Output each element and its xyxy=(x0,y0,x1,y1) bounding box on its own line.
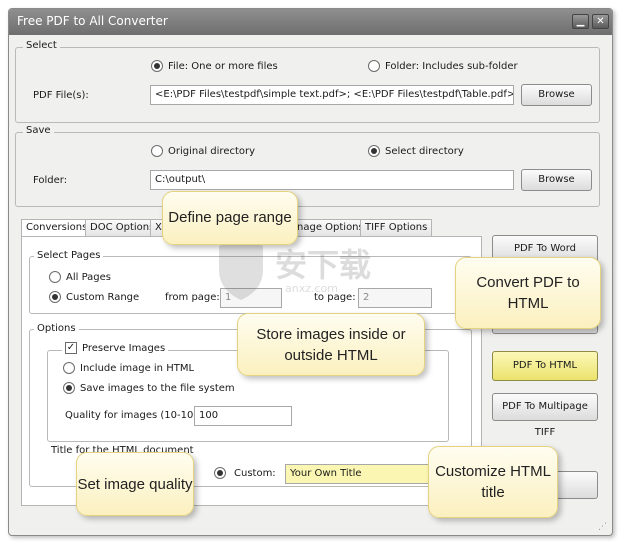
radio-all-pages-label: All Pages xyxy=(66,271,111,283)
radio-save-fs-label: Save images to the file system xyxy=(80,382,235,394)
preserve-images-checkbox[interactable]: ✓ Preserve Images xyxy=(62,342,169,354)
watermark-text: 安下载 xyxy=(275,246,372,284)
watermark-subtext: anxz.com xyxy=(285,282,338,295)
tab-conversions[interactable]: Conversions xyxy=(21,219,93,237)
pdf-to-html-button[interactable]: PDF To HTML xyxy=(492,351,598,381)
radio-save-to-fs[interactable]: Save images to the file system xyxy=(63,382,235,394)
radio-include-indicator xyxy=(63,362,75,374)
quality-label: Quality for images (10-100): xyxy=(65,410,207,421)
radio-custom-title-label: Custom: xyxy=(234,467,276,479)
radio-save-fs-indicator xyxy=(63,382,75,394)
radio-file[interactable]: File: One or more files xyxy=(151,60,278,72)
tab-doc-options[interactable]: DOC Options xyxy=(85,219,160,236)
radio-custom-range[interactable]: Custom Range xyxy=(49,291,139,303)
radio-original-indicator xyxy=(151,145,163,157)
resize-grip-icon[interactable]: ⋰ xyxy=(598,522,607,532)
folder-browse-button[interactable]: Browse xyxy=(521,169,592,191)
radio-custom-range-label: Custom Range xyxy=(66,291,140,303)
callout-store-images: Store images inside or outside HTML xyxy=(237,313,425,376)
radio-file-indicator xyxy=(151,60,163,72)
radio-select-directory[interactable]: Select directory xyxy=(368,145,464,157)
pdf-browse-button[interactable]: Browse xyxy=(521,84,592,106)
preserve-images-check-icon: ✓ xyxy=(65,342,77,354)
title-bar: Free PDF to All Converter ▁ ✕ xyxy=(9,9,612,35)
radio-custom-range-indicator xyxy=(49,291,61,303)
folder-label: Folder: xyxy=(33,175,68,186)
minimize-button[interactable]: ▁ xyxy=(572,14,589,29)
pdf-files-label: PDF File(s): xyxy=(33,90,89,101)
window-title: Free PDF to All Converter xyxy=(17,14,168,28)
callout-customize-html-title: Customize HTML title xyxy=(428,446,558,518)
radio-folder-label: Folder: Includes sub-folder xyxy=(385,60,518,72)
quality-input[interactable]: 100 xyxy=(194,406,292,426)
save-group-title: Save xyxy=(23,125,54,136)
close-button[interactable]: ✕ xyxy=(592,14,609,29)
radio-original-label: Original directory xyxy=(168,145,256,157)
radio-custom-title[interactable]: Custom: xyxy=(214,467,276,479)
options-title: Options xyxy=(34,323,79,334)
radio-original-directory[interactable]: Original directory xyxy=(151,145,255,157)
select-pages-title: Select Pages xyxy=(34,250,104,261)
radio-all-pages-indicator xyxy=(49,271,61,283)
callout-set-image-quality: Set image quality xyxy=(76,452,194,516)
select-group-title: Select xyxy=(23,40,60,51)
radio-folder-indicator xyxy=(368,60,380,72)
radio-select-indicator xyxy=(368,145,380,157)
callout-define-page-range: Define page range xyxy=(162,191,298,245)
folder-input[interactable]: C:\output\ xyxy=(150,170,514,190)
radio-all-pages[interactable]: All Pages xyxy=(49,271,111,283)
radio-folder[interactable]: Folder: Includes sub-folder xyxy=(368,60,518,72)
radio-custom-title-indicator xyxy=(214,467,226,479)
radio-include-label: Include image in HTML xyxy=(80,362,195,374)
radio-file-label: File: One or more files xyxy=(168,60,278,72)
callout-convert-pdf-to-html: Convert PDF to HTML xyxy=(455,257,601,329)
preserve-images-label: Preserve Images xyxy=(82,342,166,354)
radio-include-in-html[interactable]: Include image in HTML xyxy=(63,362,194,374)
radio-select-label: Select directory xyxy=(385,145,464,157)
custom-title-input[interactable]: Your Own Title xyxy=(285,464,430,484)
pdf-to-tiff-button[interactable]: PDF To Multipage TIFF xyxy=(492,393,598,438)
pdf-files-input[interactable]: <E:\PDF Files\testpdf\simple text.pdf>; … xyxy=(150,85,514,105)
